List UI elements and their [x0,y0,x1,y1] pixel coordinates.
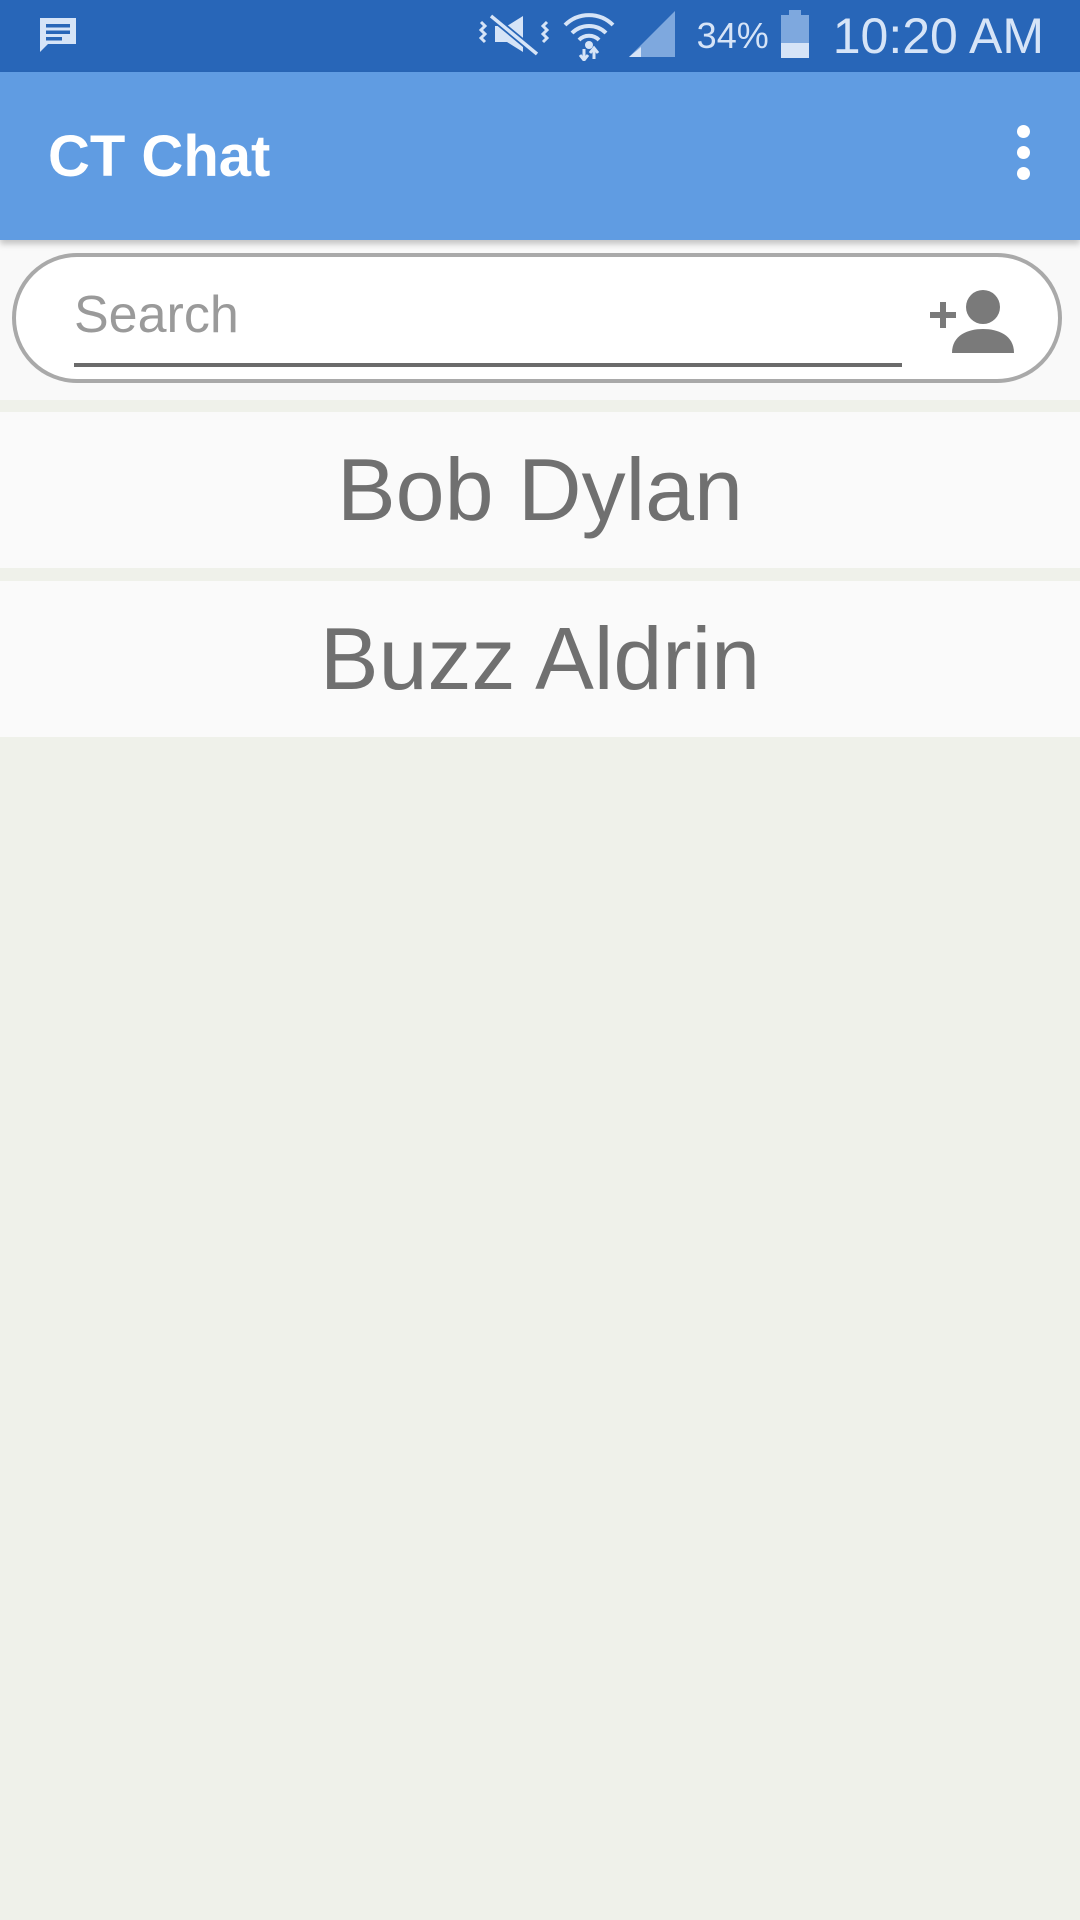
status-time: 10:20 AM [832,8,1044,64]
search-input[interactable] [74,283,900,347]
list-item[interactable]: Bob Dylan [0,412,1080,568]
app-title: CT Chat [48,124,271,189]
status-bar: 34% 10:20 AM [0,0,1080,72]
contact-list: Bob Dylan Buzz Aldrin [0,412,1080,750]
contact-name: Buzz Aldrin [319,609,761,708]
search-underline [74,363,902,367]
vibrate-mute-icon [477,10,551,63]
battery-icon [779,9,811,64]
search-container [12,253,1062,383]
list-item[interactable]: Buzz Aldrin [0,581,1080,737]
battery-percent: 34% [696,15,769,56]
contact-name: Bob Dylan [336,440,743,539]
search-area [0,240,1080,400]
overflow-menu-icon[interactable] [988,112,1058,192]
add-person-icon[interactable] [926,285,1026,365]
message-notification-icon [36,14,80,58]
cell-signal-icon [627,9,679,64]
app-bar: CT Chat [0,72,1080,240]
wifi-icon [561,7,617,66]
